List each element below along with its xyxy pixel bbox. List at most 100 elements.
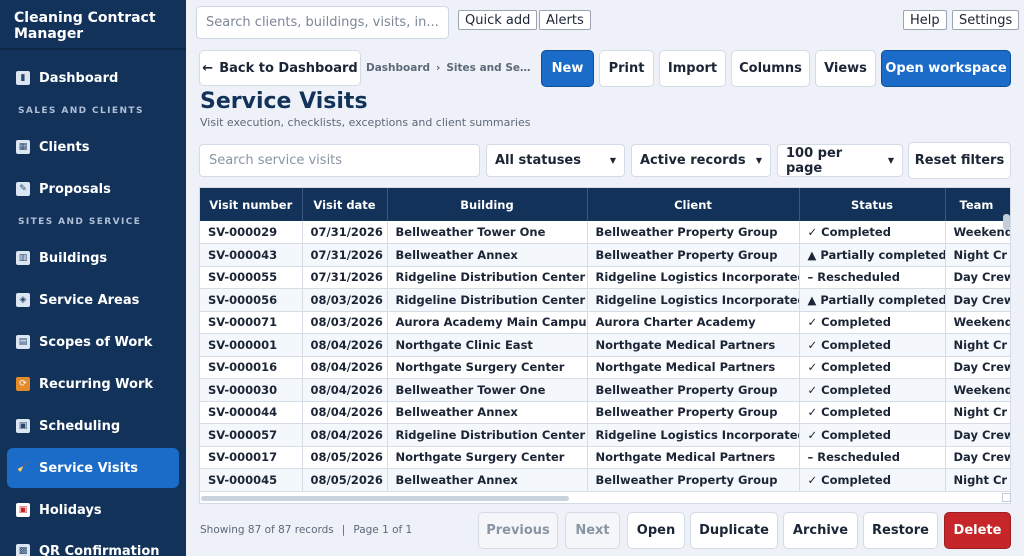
alerts-button[interactable]: Alerts	[539, 10, 591, 30]
back-arrow-icon: ←	[202, 60, 214, 76]
client-cell: Northgate Medical Partners	[587, 333, 800, 357]
table-row[interactable]: SV-000045 08/05/2026 Bellweather Annex Bell…	[200, 468, 1010, 492]
column-header-status[interactable]: Status	[799, 188, 946, 221]
status-cell: ✓ Completed	[799, 333, 946, 357]
app-title: Cleaning Contract Manager	[14, 10, 156, 42]
back-to-dashboard-button[interactable]: ← Back to Dashboard	[199, 50, 361, 86]
columns-button[interactable]: Columns	[731, 50, 810, 87]
visit-number-cell: SV-000057	[200, 423, 303, 447]
column-header-visit-number[interactable]: Visit number	[200, 188, 303, 221]
breadcrumb-separator: ›	[436, 62, 441, 74]
sidebar-item-holidays[interactable]: ▣ Holidays	[7, 490, 179, 530]
sidebar-item-label: Dashboard	[39, 70, 119, 86]
building-cell: Bellweather Annex	[387, 401, 588, 424]
visit-number-cell: SV-000071	[200, 311, 303, 334]
chart-icon: ▮	[16, 71, 30, 85]
sidebar-section-sites: SITES AND SERVICE	[18, 217, 142, 227]
global-search-input[interactable]	[196, 6, 449, 39]
table-row[interactable]: SV-000030 08/04/2026 Bellweather Tower One…	[200, 378, 1010, 402]
client-cell: Aurora Charter Academy	[587, 311, 800, 334]
sidebar-item-recurring-work[interactable]: ⟳ Recurring Work	[7, 364, 179, 404]
footer-separator: |	[341, 524, 346, 536]
duplicate-button[interactable]: Duplicate	[690, 512, 778, 549]
per-page-select[interactable]: 100 per page ▼	[777, 144, 903, 177]
visit-date-cell: 07/31/2026	[302, 266, 388, 289]
table-header-row: Visit number Visit date Building Client …	[200, 188, 1010, 221]
column-header-client[interactable]: Client	[587, 188, 800, 221]
sidebar-item-clients[interactable]: ▦ Clients	[7, 127, 179, 167]
breadcrumb-item[interactable]: Sites and Serv...	[446, 62, 534, 74]
breadcrumb: Dashboard › Sites and Serv...	[366, 62, 534, 74]
new-button[interactable]: New	[541, 50, 594, 87]
next-page-button[interactable]: Next	[565, 512, 620, 549]
table-row[interactable]: SV-000071 08/03/2026 Aurora Academy Main C…	[200, 311, 1010, 334]
building-cell: Northgate Surgery Center	[387, 356, 588, 379]
sidebar-item-label: Service Areas	[39, 292, 140, 308]
restore-button[interactable]: Restore	[863, 512, 938, 549]
table-row[interactable]: SV-000001 08/04/2026 Northgate Clinic East…	[200, 333, 1010, 357]
help-button[interactable]: Help	[903, 10, 947, 30]
table-row[interactable]: SV-000017 08/05/2026 Northgate Surgery Cen…	[200, 446, 1010, 469]
open-workspace-button[interactable]: Open workspace	[881, 50, 1011, 87]
table-row[interactable]: SV-000043 07/31/2026 Bellweather Annex Bell…	[200, 243, 1010, 267]
sidebar-item-service-areas[interactable]: ◈ Service Areas	[7, 280, 179, 320]
vertical-scroll-thumb[interactable]	[1003, 214, 1010, 230]
search-service-visits-input[interactable]	[199, 144, 480, 177]
clipboard-icon: ▤	[16, 335, 30, 349]
reset-filters-button[interactable]: Reset filters	[908, 142, 1011, 179]
sidebar-item-label: Recurring Work	[39, 376, 154, 392]
settings-button[interactable]: Settings	[952, 10, 1020, 30]
sidebar-item-buildings[interactable]: ▥ Buildings	[7, 238, 179, 278]
building-cell: Northgate Clinic East	[387, 333, 588, 357]
table-row[interactable]: SV-000044 08/04/2026 Bellweather Annex Bell…	[200, 401, 1010, 424]
delete-button[interactable]: Delete	[944, 512, 1011, 549]
building-cell: Ridgeline Distribution Center	[387, 266, 588, 289]
quick-add-button[interactable]: Quick add	[458, 10, 538, 30]
breadcrumb-item[interactable]: Dashboard	[366, 62, 430, 74]
table-row[interactable]: SV-000057 08/04/2026 Ridgeline Distributio…	[200, 423, 1010, 447]
horizontal-scrollbar[interactable]	[201, 496, 569, 501]
building-cell: Ridgeline Distribution Center	[387, 288, 588, 312]
visit-number-cell: SV-000045	[200, 468, 303, 492]
sidebar-item-scopes-of-work[interactable]: ▤ Scopes of Work	[7, 322, 179, 362]
open-button[interactable]: Open	[627, 512, 685, 549]
building-cell: Northgate Surgery Center	[387, 446, 588, 469]
chevron-down-icon: ▼	[887, 156, 894, 165]
calendar-date-icon: ▣	[16, 503, 30, 517]
table-row[interactable]: SV-000029 07/31/2026 Bellweather Tower One…	[200, 221, 1010, 244]
visits-table-container[interactable]: Visit number Visit date Building Client …	[199, 187, 1011, 504]
client-cell: Bellweather Property Group	[587, 378, 800, 402]
sidebar-item-label: Scheduling	[39, 418, 121, 434]
chevron-down-icon: ▼	[609, 156, 616, 165]
column-header-building[interactable]: Building	[387, 188, 588, 221]
status-filter-select[interactable]: All statuses ▼	[486, 144, 625, 177]
views-button[interactable]: Views	[815, 50, 876, 87]
table-row[interactable]: SV-000056 08/03/2026 Ridgeline Distributio…	[200, 288, 1010, 312]
table-row[interactable]: SV-000055 07/31/2026 Ridgeline Distributio…	[200, 266, 1010, 289]
vertical-scrollbar[interactable]	[1002, 187, 1011, 504]
column-header-visit-date[interactable]: Visit date	[302, 188, 388, 221]
status-cell: ✓ Completed	[799, 356, 946, 379]
sidebar-item-label: Scopes of Work	[39, 334, 153, 350]
status-filter-value: All statuses	[495, 153, 581, 168]
import-button[interactable]: Import	[659, 50, 726, 87]
status-cell: ✓ Completed	[799, 221, 946, 244]
sidebar-item-dashboard[interactable]: ▮ Dashboard	[7, 58, 179, 98]
previous-page-button[interactable]: Previous	[478, 512, 558, 549]
visit-number-cell: SV-000030	[200, 378, 303, 402]
sidebar-item-qr-confirmation[interactable]: ▩ QR Confirmation	[7, 531, 179, 556]
print-button[interactable]: Print	[599, 50, 654, 87]
visit-number-cell: SV-000029	[200, 221, 303, 244]
sidebar-item-service-visits[interactable]: 🧹 Service Visits	[7, 448, 179, 488]
visit-number-cell: SV-000056	[200, 288, 303, 312]
archive-button[interactable]: Archive	[783, 512, 858, 549]
status-cell: – Rescheduled	[799, 266, 946, 289]
visit-number-cell: SV-000016	[200, 356, 303, 379]
qr-icon: ▩	[16, 544, 30, 556]
records-filter-select[interactable]: Active records ▼	[631, 144, 771, 177]
sidebar-item-scheduling[interactable]: ▣ Scheduling	[7, 406, 179, 446]
client-cell: Bellweather Property Group	[587, 243, 800, 267]
table-row[interactable]: SV-000016 08/04/2026 Northgate Surgery Cen…	[200, 356, 1010, 379]
sidebar-item-proposals[interactable]: ✎ Proposals	[7, 169, 179, 209]
building-cell: Aurora Academy Main Campus	[387, 311, 588, 334]
